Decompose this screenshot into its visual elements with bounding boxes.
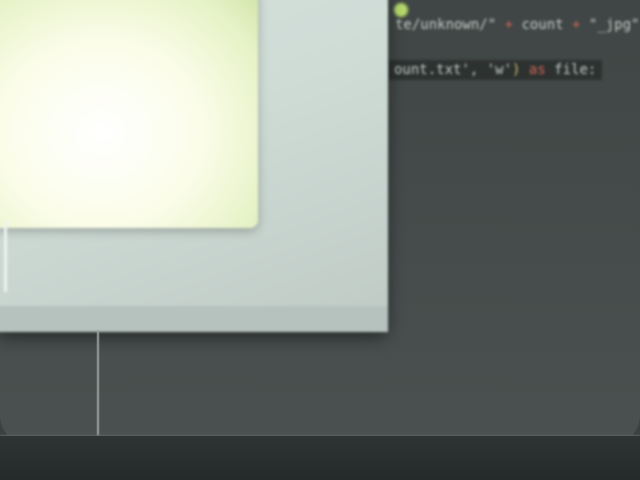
window-divider (4, 220, 7, 292)
code-line-2: ount.txt', 'w') as file: (388, 60, 603, 80)
code-text: count (513, 17, 573, 33)
code-keyword: as (520, 62, 546, 78)
toolbar-dot-icon (394, 3, 408, 17)
code-operator: + (504, 17, 514, 33)
code-text: te/unknown/" (395, 17, 505, 33)
monitor-bezel (0, 436, 640, 480)
code-text: file: (545, 62, 597, 78)
code-text: "_jpg" (580, 17, 640, 33)
window-bottom-bar (0, 306, 388, 332)
pane-divider (97, 330, 99, 440)
monitor-screen: te/unknown/" + count + "_jpg" ount.txt',… (0, 0, 640, 445)
window-content-panel (0, 0, 258, 228)
overlapping-window[interactable] (0, 0, 388, 332)
code-line-1: te/unknown/" + count + "_jpg" (395, 17, 639, 33)
code-text: ount.txt', 'w' (394, 62, 513, 78)
